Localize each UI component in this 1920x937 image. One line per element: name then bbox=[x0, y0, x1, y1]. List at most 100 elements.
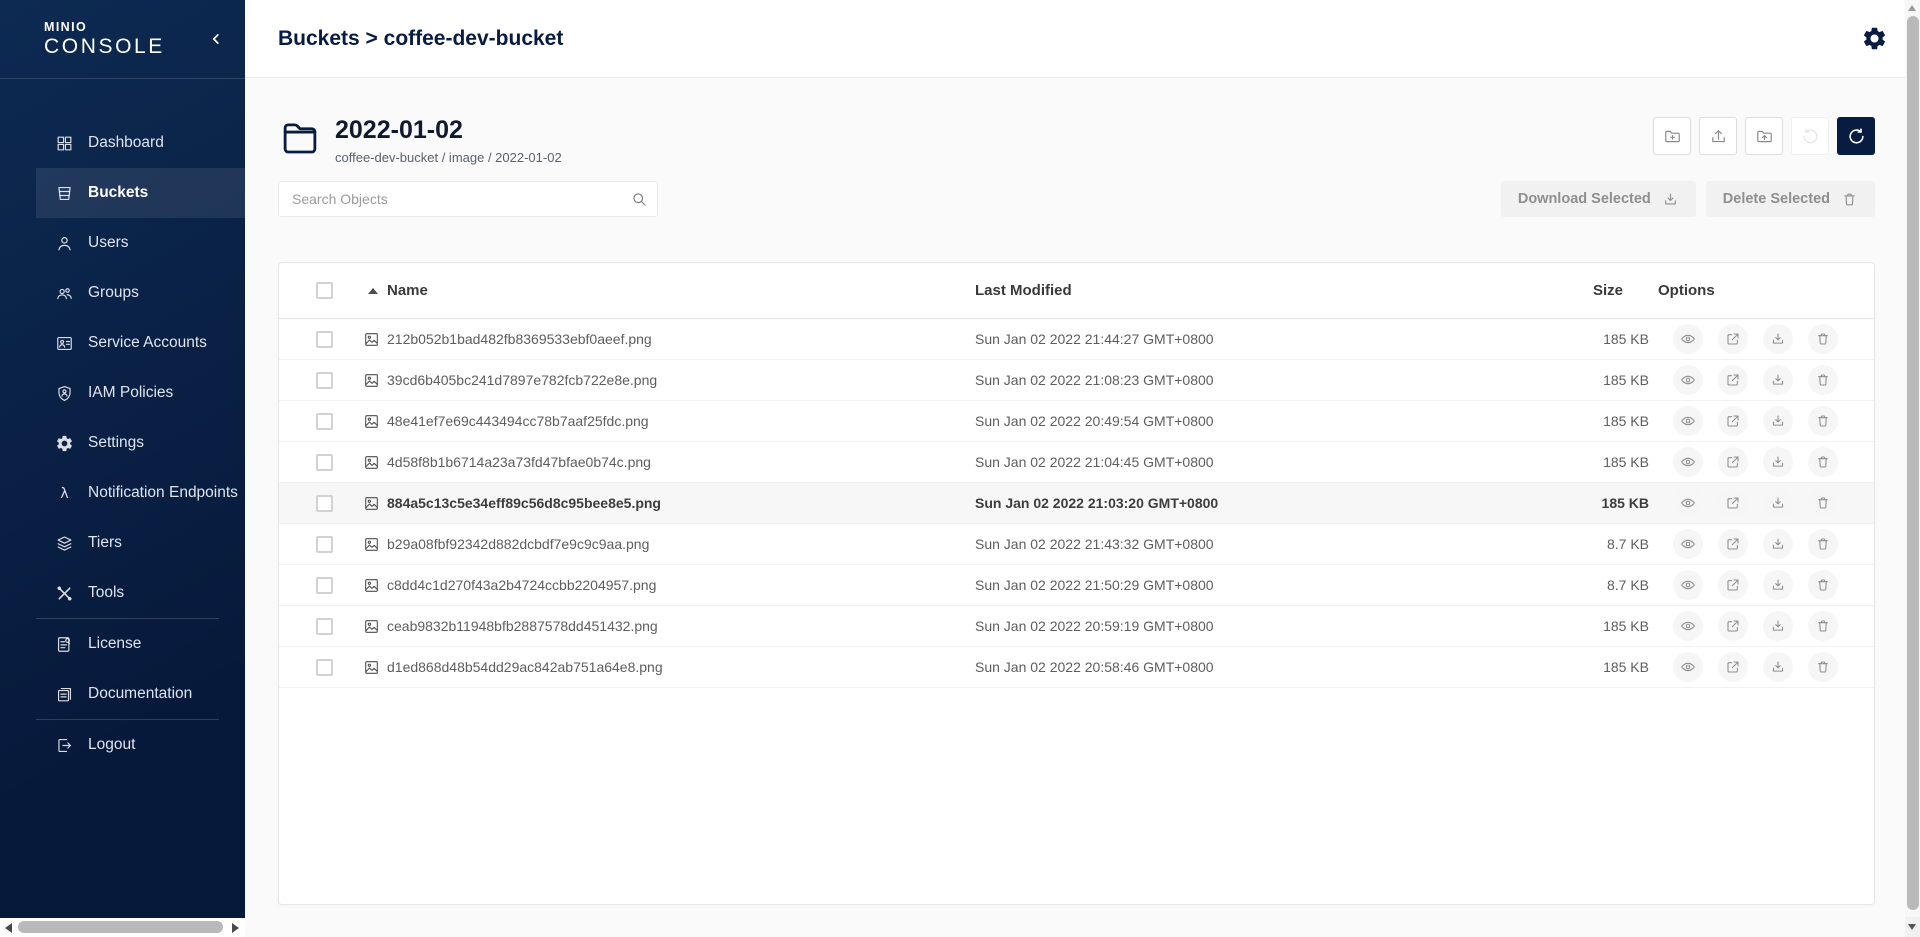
download-object-button[interactable] bbox=[1763, 529, 1793, 559]
table-row[interactable]: d1ed868d48b54dd29ac842ab751a64e8.png Sun… bbox=[279, 647, 1874, 688]
share-object-button[interactable] bbox=[1718, 324, 1748, 354]
share-object-button[interactable] bbox=[1718, 652, 1748, 682]
scroll-right-arrow-icon[interactable] bbox=[232, 923, 239, 933]
table-row[interactable]: b29a08fbf92342d882dcbdf7e9c9c9aa.png Sun… bbox=[279, 524, 1874, 565]
download-object-button[interactable] bbox=[1763, 488, 1793, 518]
preview-object-button[interactable] bbox=[1673, 611, 1703, 641]
share-object-button[interactable] bbox=[1718, 447, 1748, 477]
upload-file-button[interactable] bbox=[1699, 117, 1737, 155]
preview-object-button[interactable] bbox=[1673, 365, 1703, 395]
download-object-button[interactable] bbox=[1763, 652, 1793, 682]
rewind-button[interactable] bbox=[1791, 117, 1829, 155]
select-checkbox[interactable] bbox=[316, 372, 333, 389]
sidebar-item-dashboard[interactable]: Dashboard bbox=[36, 118, 245, 168]
preview-object-button[interactable] bbox=[1673, 652, 1703, 682]
scroll-left-arrow-icon[interactable] bbox=[5, 923, 12, 933]
download-object-button[interactable] bbox=[1763, 406, 1793, 436]
sidebar-nav: Dashboard Buckets Users Groups Service A… bbox=[0, 79, 245, 918]
select-checkbox[interactable] bbox=[316, 659, 333, 676]
sidebar-item-documentation[interactable]: Documentation bbox=[36, 669, 245, 719]
table-row[interactable]: 39cd6b405bc241d7897e782fcb722e8e.png Sun… bbox=[279, 360, 1874, 401]
delete-object-button[interactable] bbox=[1808, 652, 1838, 682]
object-name: c8dd4c1d270f43a2b4724ccbb2204957.png bbox=[387, 577, 656, 593]
sidebar-item-users[interactable]: Users bbox=[36, 218, 245, 268]
trash-icon bbox=[1815, 372, 1831, 388]
delete-object-button[interactable] bbox=[1808, 324, 1838, 354]
sidebar-horizontal-scrollbar[interactable] bbox=[0, 918, 245, 937]
delete-object-button[interactable] bbox=[1808, 488, 1838, 518]
table-row[interactable]: c8dd4c1d270f43a2b4724ccbb2204957.png Sun… bbox=[279, 565, 1874, 606]
download-object-button[interactable] bbox=[1763, 447, 1793, 477]
delete-object-button[interactable] bbox=[1808, 447, 1838, 477]
sidebar-item-tools[interactable]: Tools bbox=[36, 568, 245, 618]
sidebar-item-license[interactable]: License bbox=[36, 619, 245, 669]
refresh-button[interactable] bbox=[1837, 117, 1875, 155]
sidebar-item-settings[interactable]: Settings bbox=[36, 418, 245, 468]
select-checkbox[interactable] bbox=[316, 536, 333, 553]
share-object-button[interactable] bbox=[1718, 365, 1748, 395]
delete-object-button[interactable] bbox=[1808, 611, 1838, 641]
preview-object-button[interactable] bbox=[1673, 406, 1703, 436]
delete-selected-button[interactable]: Delete Selected bbox=[1706, 181, 1875, 217]
buckets-icon bbox=[55, 184, 74, 203]
horizontal-scrollbar-thumb[interactable] bbox=[18, 921, 223, 933]
select-all-checkbox[interactable] bbox=[316, 282, 333, 299]
sidebar-collapse-button[interactable] bbox=[207, 30, 225, 48]
sidebar-item-buckets[interactable]: Buckets bbox=[36, 168, 245, 218]
preview-object-button[interactable] bbox=[1673, 529, 1703, 559]
upload-icon bbox=[1709, 127, 1728, 146]
upload-folder-button[interactable] bbox=[1745, 117, 1783, 155]
delete-object-button[interactable] bbox=[1808, 365, 1838, 395]
share-object-button[interactable] bbox=[1718, 570, 1748, 600]
sidebar-item-iam-policies[interactable]: IAM Policies bbox=[36, 368, 245, 418]
vertical-scrollbar-thumb[interactable] bbox=[1907, 16, 1919, 910]
share-object-button[interactable] bbox=[1718, 488, 1748, 518]
share-object-button[interactable] bbox=[1718, 611, 1748, 641]
select-checkbox[interactable] bbox=[316, 454, 333, 471]
vertical-scrollbar[interactable] bbox=[1905, 0, 1920, 937]
column-header-name[interactable]: Name bbox=[368, 282, 975, 299]
select-checkbox[interactable] bbox=[316, 495, 333, 512]
object-last-modified: Sun Jan 02 2022 21:04:45 GMT+0800 bbox=[975, 454, 1593, 470]
delete-object-button[interactable] bbox=[1808, 406, 1838, 436]
console-settings-button[interactable] bbox=[1853, 18, 1895, 60]
preview-object-button[interactable] bbox=[1673, 488, 1703, 518]
select-checkbox[interactable] bbox=[316, 577, 333, 594]
table-row[interactable]: ceab9832b11948bfb2887578dd451432.png Sun… bbox=[279, 606, 1874, 647]
table-row[interactable]: 212b052b1bad482fb8369533ebf0aeef.png Sun… bbox=[279, 319, 1874, 360]
new-path-button[interactable] bbox=[1653, 117, 1691, 155]
table-row[interactable]: 48e41ef7e69c443494cc78b7aaf25fdc.png Sun… bbox=[279, 401, 1874, 442]
select-checkbox[interactable] bbox=[316, 618, 333, 635]
trash-icon bbox=[1815, 454, 1831, 470]
download-object-button[interactable] bbox=[1763, 611, 1793, 641]
select-checkbox[interactable] bbox=[316, 413, 333, 430]
preview-object-button[interactable] bbox=[1673, 570, 1703, 600]
preview-object-button[interactable] bbox=[1673, 447, 1703, 477]
table-row[interactable]: 884a5c13c5e34eff89c56d8c95bee8e5.png Sun… bbox=[279, 483, 1874, 524]
share-object-button[interactable] bbox=[1718, 406, 1748, 436]
download-selected-button[interactable]: Download Selected bbox=[1501, 181, 1696, 217]
preview-object-button[interactable] bbox=[1673, 324, 1703, 354]
share-object-button[interactable] bbox=[1718, 529, 1748, 559]
search-icon bbox=[630, 190, 648, 208]
breadcrumb[interactable]: Buckets > coffee-dev-bucket bbox=[278, 27, 1853, 51]
sidebar-item-notification-endpoints[interactable]: λ Notification Endpoints bbox=[36, 468, 245, 518]
download-object-button[interactable] bbox=[1763, 570, 1793, 600]
file-image-icon bbox=[363, 331, 380, 348]
sidebar-item-logout[interactable]: Logout bbox=[36, 720, 245, 770]
column-header-last-modified: Last Modified bbox=[975, 282, 1593, 299]
sidebar-item-groups[interactable]: Groups bbox=[36, 268, 245, 318]
delete-object-button[interactable] bbox=[1808, 529, 1838, 559]
download-object-button[interactable] bbox=[1763, 324, 1793, 354]
sidebar-item-tiers[interactable]: Tiers bbox=[36, 518, 245, 568]
gear-icon bbox=[1861, 25, 1888, 52]
delete-object-button[interactable] bbox=[1808, 570, 1838, 600]
select-checkbox[interactable] bbox=[316, 331, 333, 348]
table-row[interactable]: 4d58f8b1b6714a23a73fd47bfae0b74c.png Sun… bbox=[279, 442, 1874, 483]
download-object-button[interactable] bbox=[1763, 365, 1793, 395]
scroll-up-arrow-icon[interactable] bbox=[1908, 5, 1916, 11]
file-image-icon bbox=[363, 454, 380, 471]
sidebar-item-service-accounts[interactable]: Service Accounts bbox=[36, 318, 245, 368]
scroll-down-arrow-icon[interactable] bbox=[1908, 924, 1916, 930]
search-input[interactable] bbox=[278, 181, 658, 217]
